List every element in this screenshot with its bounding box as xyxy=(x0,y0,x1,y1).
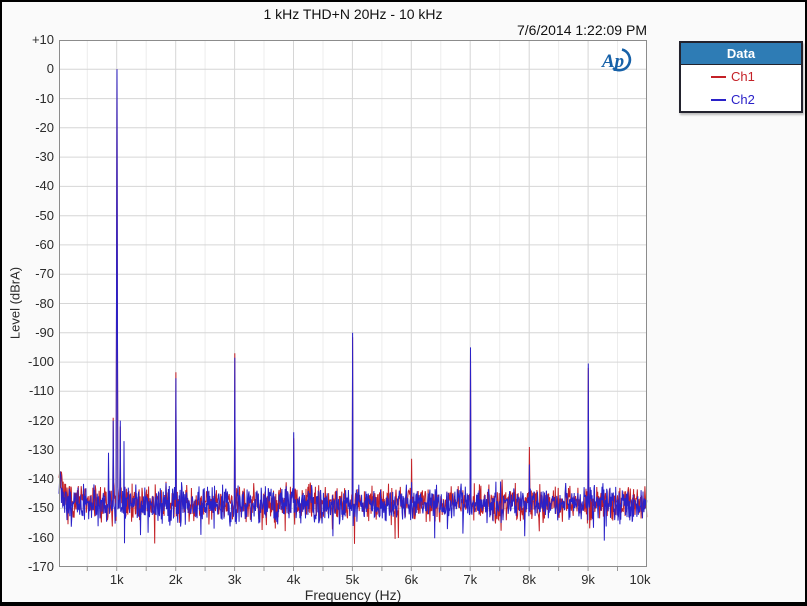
y-tick-label--120: -120 xyxy=(2,414,54,428)
y-tick-label--130: -130 xyxy=(2,443,54,457)
legend-line-swatch xyxy=(711,76,726,78)
x-tick-label-10k: 10k xyxy=(618,572,662,587)
y-tick-label--110: -110 xyxy=(2,384,54,398)
legend-line-swatch xyxy=(711,99,726,101)
y-tick-label--20: -20 xyxy=(2,121,54,135)
x-tick-label-2k: 2k xyxy=(154,572,198,587)
y-tick-label--60: -60 xyxy=(2,238,54,252)
y-tick-label--30: -30 xyxy=(2,150,54,164)
chart-title: 1 kHz THD+N 20Hz - 10 kHz xyxy=(59,6,647,22)
y-tick-label--140: -140 xyxy=(2,472,54,486)
y-tick-label--160: -160 xyxy=(2,531,54,545)
legend-item-label: Ch2 xyxy=(731,92,755,107)
y-tick-label--40: -40 xyxy=(2,179,54,193)
audio-precision-logo-icon: Ap xyxy=(599,46,641,76)
ap-analyzer-graph-panel: 1 kHz THD+N 20Hz - 10 kHz 7/6/2014 1:22:… xyxy=(0,0,807,606)
plot-area[interactable] xyxy=(59,40,647,571)
x-tick-label-3k: 3k xyxy=(213,572,257,587)
legend-item-ch2[interactable]: Ch2 xyxy=(681,88,801,111)
y-axis-title: Level (dBrA) xyxy=(8,267,23,339)
x-tick-label-1k: 1k xyxy=(95,572,139,587)
y-tick-label-+10: +10 xyxy=(2,33,54,47)
measurement-timestamp: 7/6/2014 1:22:09 PM xyxy=(59,22,647,38)
y-tick-label-0: 0 xyxy=(2,62,54,76)
svg-text:Ap: Ap xyxy=(601,51,624,72)
x-tick-label-9k: 9k xyxy=(566,572,610,587)
data-legend: Data Ch1 Ch2 xyxy=(679,41,803,113)
x-tick-label-4k: 4k xyxy=(271,572,315,587)
legend-header: Data xyxy=(681,43,801,65)
x-tick-label-8k: 8k xyxy=(507,572,551,587)
y-tick-label--170: -170 xyxy=(2,560,54,574)
x-tick-label-5k: 5k xyxy=(330,572,374,587)
y-tick-label--10: -10 xyxy=(2,92,54,106)
legend-item-label: Ch1 xyxy=(731,69,755,84)
x-tick-label-7k: 7k xyxy=(448,572,492,587)
x-axis-title: Frequency (Hz) xyxy=(59,587,647,603)
x-tick-label-6k: 6k xyxy=(389,572,433,587)
legend-item-ch1[interactable]: Ch1 xyxy=(681,65,801,88)
y-tick-label--150: -150 xyxy=(2,501,54,515)
spectrum-plot-canvas[interactable] xyxy=(59,40,647,571)
y-tick-label--50: -50 xyxy=(2,209,54,223)
y-tick-label--100: -100 xyxy=(2,355,54,369)
